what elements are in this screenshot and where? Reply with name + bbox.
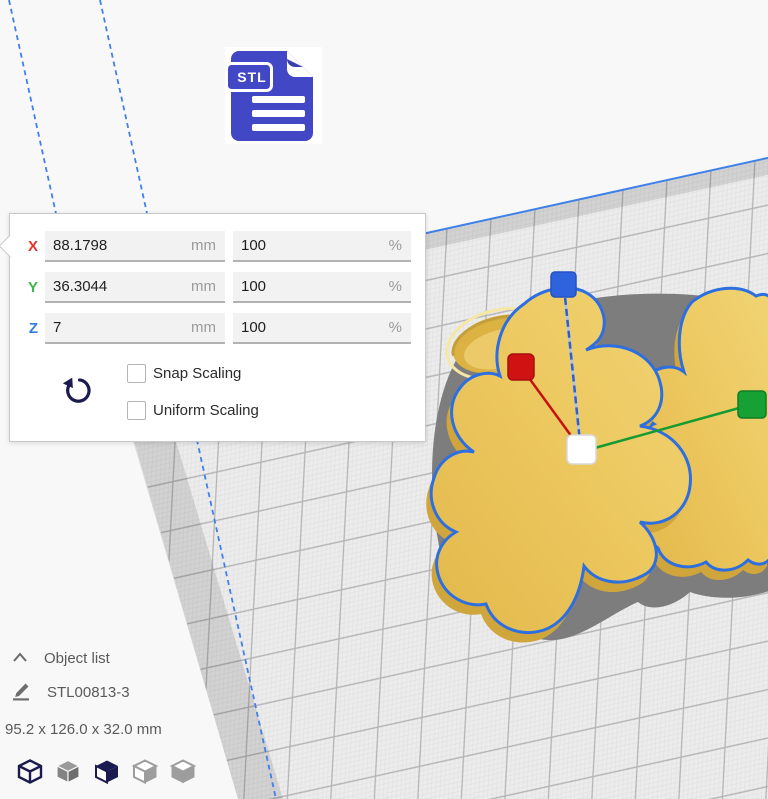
cube-front-icon <box>53 756 83 787</box>
view-right-button[interactable] <box>168 756 198 787</box>
unit-label: % <box>389 313 402 342</box>
view-3d-button[interactable] <box>15 756 45 787</box>
scale-z-percent-input[interactable] <box>233 313 411 342</box>
edit-pencil-icon[interactable] <box>11 681 31 706</box>
stl-badge-label: STL <box>233 69 271 85</box>
stl-file-icon[interactable]: STL <box>225 47 322 144</box>
object-item-name[interactable]: STL00813-3 <box>47 684 130 701</box>
chevron-up-icon[interactable] <box>12 650 28 668</box>
stl-document-icon <box>225 47 322 144</box>
unit-label: % <box>389 231 402 260</box>
uniform-scaling-label: Uniform Scaling <box>153 401 259 420</box>
scale-y-percent-input[interactable] <box>233 272 411 301</box>
axis-label-y: Y <box>18 272 38 303</box>
unit-label: % <box>389 272 402 301</box>
scale-tool-panel: X mm % Y mm % Z mm % Snap Scaling Unifor… <box>9 213 426 442</box>
view-front-button[interactable] <box>53 756 83 787</box>
axis-label-z: Z <box>18 313 38 344</box>
view-left-button[interactable] <box>130 756 160 787</box>
scale-handle-y[interactable] <box>738 391 766 418</box>
unit-label: mm <box>191 313 216 342</box>
scale-x-percent-input[interactable] <box>233 231 411 260</box>
scale-handle-x[interactable] <box>508 354 534 380</box>
snap-scaling-label: Snap Scaling <box>153 364 241 383</box>
scale-handle-z[interactable] <box>551 272 576 297</box>
unit-label: mm <box>191 231 216 260</box>
unit-label: mm <box>191 272 216 301</box>
view-top-button[interactable] <box>92 756 122 787</box>
cube-top-icon <box>92 756 122 787</box>
cube-left-icon <box>130 756 160 787</box>
reset-icon <box>62 374 94 406</box>
object-list-header[interactable]: Object list <box>44 650 110 667</box>
snap-scaling-checkbox[interactable] <box>127 364 146 383</box>
reset-scale-button[interactable] <box>62 374 94 406</box>
scale-handle-center[interactable] <box>567 435 596 464</box>
axis-label-x: X <box>18 231 38 262</box>
cube-3d-icon <box>15 756 45 787</box>
cube-right-icon <box>168 756 198 787</box>
uniform-scaling-checkbox[interactable] <box>127 401 146 420</box>
object-dimensions: 95.2 x 126.0 x 32.0 mm <box>5 721 162 738</box>
